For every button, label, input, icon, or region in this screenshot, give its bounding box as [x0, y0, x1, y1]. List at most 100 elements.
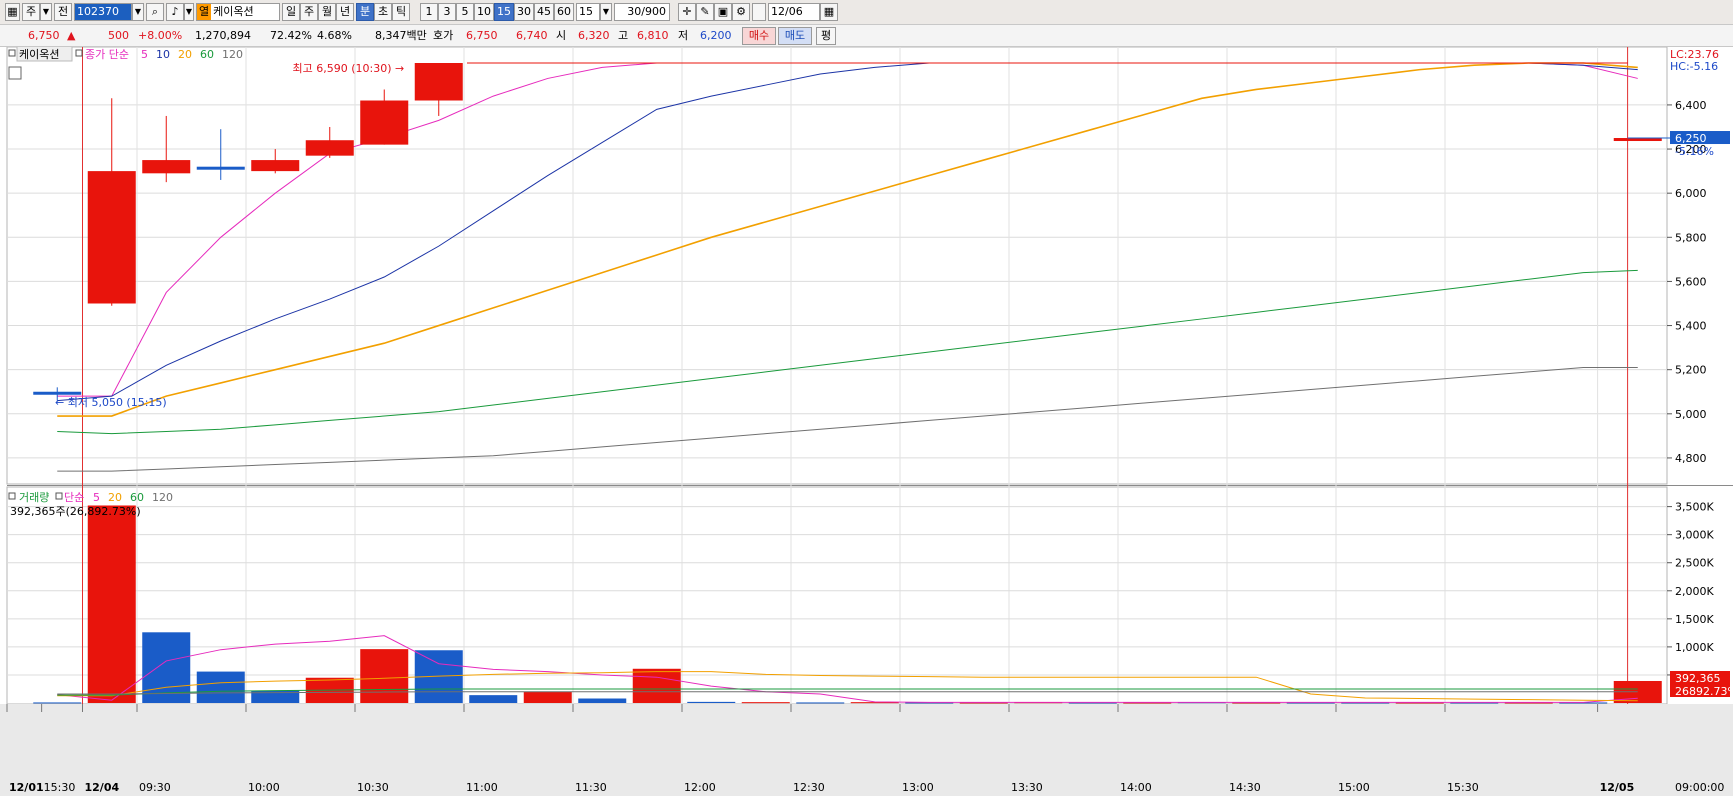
- sell-button[interactable]: 매도: [778, 27, 812, 45]
- volume-ratio: 72.42%: [270, 29, 312, 42]
- volume-value: 1,270,894: [195, 29, 251, 42]
- search-icon[interactable]: ⌕: [146, 3, 164, 21]
- y-tick-label: 4,800: [1675, 452, 1707, 465]
- y-tick-label: 5,200: [1675, 364, 1707, 377]
- trade-amount: 8,347백만: [375, 29, 427, 42]
- candle-body: [196, 166, 245, 170]
- hoga-label: 호가: [433, 29, 454, 42]
- candle-body: [414, 63, 463, 101]
- x-tick-label: 11:30: [575, 781, 607, 794]
- legend-ma20: 20: [178, 48, 192, 61]
- quote-bar: 6,750 ▲ 500 +8.00% 1,270,894 72.42% 4.68…: [0, 25, 1733, 47]
- chevron-down-icon[interactable]: ▼: [184, 3, 194, 21]
- volume-summary: 392,365주(26,892.73%): [10, 505, 141, 518]
- x-tick-label: 12:00: [684, 781, 716, 794]
- low-annotation: ← 최저 5,050 (15:15): [55, 396, 167, 409]
- price-ma-label: 종가 단순: [85, 48, 129, 61]
- date-checkbox[interactable]: [752, 3, 766, 21]
- price-pane[interactable]: [6, 47, 1668, 485]
- interval-5[interactable]: 5: [456, 3, 474, 21]
- chevron-down-icon[interactable]: ▼: [600, 3, 612, 21]
- low-price: 6,200: [700, 29, 732, 42]
- draw-icon[interactable]: ✎: [696, 3, 714, 21]
- settings-icon[interactable]: ⚙: [732, 3, 750, 21]
- legend-ma60: 60: [200, 48, 214, 61]
- current-price-tag: 6,250: [1675, 132, 1707, 145]
- volume-bar: [196, 671, 245, 703]
- interval-1[interactable]: 1: [420, 3, 438, 21]
- period-day-dropdown[interactable]: 주: [22, 3, 40, 21]
- volume-tick-label: 3,000K: [1675, 529, 1714, 542]
- high-label: 고: [618, 29, 629, 42]
- x-tick-label: 14:30: [1229, 781, 1261, 794]
- volume-bar: [687, 701, 736, 703]
- x-tick-label: 10:30: [357, 781, 389, 794]
- volume-pct-tag: 26892.73%: [1675, 685, 1733, 698]
- x-tick-label: 11:00: [466, 781, 498, 794]
- y-tick-label: 6,400: [1675, 99, 1707, 112]
- legend-ma10: 10: [156, 48, 170, 61]
- volume-bar: [360, 649, 409, 703]
- volume-tick-label: 2,500K: [1675, 557, 1714, 570]
- sound-icon[interactable]: ♪: [166, 3, 184, 21]
- stock-name-field[interactable]: 열 케이옥션: [196, 3, 280, 21]
- volume-legend-ma120: 120: [152, 491, 173, 504]
- volume-bar: [33, 702, 82, 704]
- calendar-icon[interactable]: ▦: [820, 3, 838, 21]
- open-label: 시: [556, 29, 567, 42]
- x-tick-label: 15:00: [1338, 781, 1370, 794]
- save-icon[interactable]: ▣: [714, 3, 732, 21]
- candle-body: [87, 171, 136, 304]
- interval-10[interactable]: 10: [474, 3, 494, 21]
- tab-period-week[interactable]: 주: [300, 3, 318, 21]
- volume-tick-label: 2,000K: [1675, 585, 1714, 598]
- volume-bar: [578, 698, 627, 703]
- stock-name: 케이옥션: [213, 5, 254, 18]
- x-tick-label: 12/04: [85, 781, 120, 794]
- volume-legend-ma5: 5: [93, 491, 100, 504]
- y-tick-label: 5,400: [1675, 320, 1707, 333]
- volume-legend-ma20: 20: [108, 491, 122, 504]
- x-tick-label: 12:30: [793, 781, 825, 794]
- buy-button[interactable]: 매수: [742, 27, 776, 45]
- volume-legend-ma60: 60: [130, 491, 144, 504]
- high-price: 6,810: [637, 29, 669, 42]
- tab-period-year[interactable]: 년: [336, 3, 354, 21]
- ask-price: 6,750: [466, 29, 498, 42]
- x-tick-label: 14:00: [1120, 781, 1152, 794]
- chevron-down-icon[interactable]: ▼: [132, 3, 144, 21]
- chart-type-icon[interactable]: ▦: [5, 3, 20, 21]
- prev-button[interactable]: 전: [54, 3, 72, 21]
- chevron-down-icon[interactable]: ▼: [40, 3, 52, 21]
- interval-60[interactable]: 60: [554, 3, 574, 21]
- data-count-field[interactable]: 30/900: [614, 3, 670, 21]
- stock-code-input[interactable]: 102370: [74, 3, 132, 21]
- y-tick-label: 5,800: [1675, 231, 1707, 244]
- interval-30[interactable]: 30: [514, 3, 534, 21]
- tab-period-minute[interactable]: 분: [356, 3, 374, 21]
- interval-input[interactable]: 15: [576, 3, 600, 21]
- volume-tick-label: 1,500K: [1675, 613, 1714, 626]
- volume-bar: [87, 505, 136, 703]
- tab-period-day[interactable]: 일: [282, 3, 300, 21]
- grid-toggle-icon[interactable]: [8, 66, 22, 80]
- y-tick-label: 5,000: [1675, 408, 1707, 421]
- stock-name-tag: 열: [197, 4, 212, 20]
- date-input[interactable]: 12/06: [768, 3, 820, 21]
- volume-pane[interactable]: [6, 486, 1668, 705]
- average-button[interactable]: 평: [816, 27, 836, 45]
- crosshair-icon[interactable]: ✛: [678, 3, 696, 21]
- x-tick-label: 15:30: [44, 781, 76, 794]
- x-tick-label: 12/01: [9, 781, 44, 794]
- tab-period-tick[interactable]: 틱: [392, 3, 410, 21]
- tab-period-month[interactable]: 월: [318, 3, 336, 21]
- open-price: 6,320: [578, 29, 610, 42]
- high-annotation: 최고 6,590 (10:30) →: [293, 62, 405, 75]
- tab-period-second[interactable]: 초: [374, 3, 392, 21]
- interval-3[interactable]: 3: [438, 3, 456, 21]
- legend-ma5: 5: [141, 48, 148, 61]
- price-legend-title: 케이옥션: [19, 48, 59, 61]
- interval-15[interactable]: 15: [494, 3, 514, 21]
- stock-chart[interactable]: 6,4006,2006,0005,8005,6005,4005,2005,000…: [0, 47, 1733, 796]
- interval-45[interactable]: 45: [534, 3, 554, 21]
